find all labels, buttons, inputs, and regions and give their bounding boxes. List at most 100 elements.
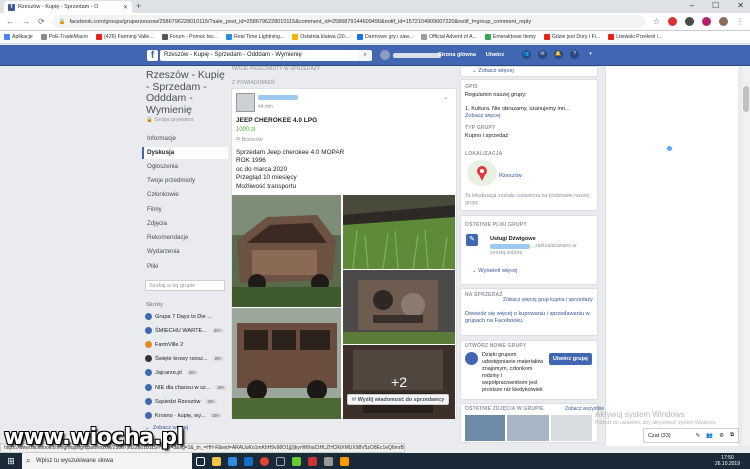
create-group-button[interactable]: Utwórz grupę bbox=[549, 353, 592, 365]
post-photo[interactable] bbox=[343, 195, 455, 269]
back-icon[interactable]: ← bbox=[6, 17, 14, 26]
store-icon[interactable] bbox=[224, 453, 240, 469]
compose-icon[interactable]: ⧉ bbox=[730, 432, 734, 439]
bookmark[interactable]: (426) Farming Valle... bbox=[96, 34, 154, 40]
post-time[interactable]: 44 min bbox=[258, 104, 273, 110]
bookmark[interactable]: Real Time Lightning... bbox=[226, 34, 284, 40]
extension-icon[interactable] bbox=[702, 17, 711, 26]
bookmark[interactable]: Ostatnia klatwa (20... bbox=[292, 34, 349, 40]
post-location[interactable]: ⚲ Brzozów bbox=[236, 137, 263, 143]
bookmark[interactable]: Darmowe gry i zaw... bbox=[356, 34, 413, 40]
minimize-icon[interactable]: – bbox=[690, 1, 694, 10]
recent-photo[interactable] bbox=[507, 415, 549, 441]
menu-dots-icon[interactable]: ⋮ bbox=[736, 17, 744, 26]
post-photo[interactable] bbox=[343, 270, 455, 344]
bookmark[interactable]: Litewski Przekret /... bbox=[608, 34, 663, 40]
bookmark[interactable]: Emeraldowe Itemy bbox=[484, 34, 536, 40]
shortcut-item[interactable]: Jajcarze.pl 20+ bbox=[145, 369, 199, 376]
close-window-icon[interactable]: ✕ bbox=[737, 1, 744, 10]
see-more-link[interactable]: ⌄ Zobacz więcej bbox=[472, 68, 514, 74]
task-view-icon[interactable] bbox=[192, 453, 208, 469]
author-avatar[interactable] bbox=[236, 93, 255, 112]
page-scrollbar[interactable] bbox=[742, 66, 750, 446]
shortcut-item[interactable]: Sąsiedzi Rzeszów 20+ bbox=[145, 398, 218, 405]
notifications-icon[interactable]: 🔔 bbox=[554, 50, 563, 59]
shortcut-item[interactable]: NIE dla chaosu w sz... 20+ bbox=[145, 384, 227, 391]
recent-photo[interactable] bbox=[551, 415, 592, 441]
forward-icon[interactable]: → bbox=[22, 17, 30, 26]
group-nav-photos[interactable]: Zdjęcia bbox=[142, 218, 228, 230]
more-photos-overlay[interactable]: +2 bbox=[343, 345, 455, 419]
friends-icon[interactable]: 👥 bbox=[522, 50, 531, 59]
author-name-redacted[interactable] bbox=[258, 95, 298, 100]
group-nav-info[interactable]: Informacje bbox=[142, 133, 228, 145]
post-photo[interactable] bbox=[232, 195, 341, 307]
chat-bar[interactable]: Czat (33) ✎ 👥 ⚙ ⧉ bbox=[643, 428, 739, 443]
bookmark[interactable]: Aplikacje bbox=[4, 34, 33, 40]
shortcut-item[interactable]: Grupa 7 Days to Die ... bbox=[145, 313, 212, 320]
help-icon[interactable]: ? bbox=[570, 50, 579, 59]
view-more-files-link[interactable]: ⌄ Wyświetl więcej bbox=[472, 268, 517, 274]
app-icon[interactable] bbox=[320, 453, 336, 469]
explorer-icon[interactable] bbox=[208, 453, 224, 469]
app-icon[interactable] bbox=[336, 453, 352, 469]
post-photo[interactable] bbox=[232, 308, 341, 419]
group-search-input[interactable]: Szukaj w tej grupie bbox=[145, 280, 225, 291]
group-title[interactable]: Rzeszów - Kupię - Sprzedam - Odddam - Wy… bbox=[146, 69, 228, 116]
search-icon[interactable]: ⌕ bbox=[358, 50, 372, 61]
app-icon[interactable] bbox=[304, 453, 320, 469]
profile-link[interactable] bbox=[380, 50, 441, 60]
messenger-icon[interactable]: ✉ bbox=[538, 50, 547, 59]
shortcut-item[interactable]: ŚMIECHU WARTE... 20+ bbox=[145, 327, 224, 334]
message-seller-button[interactable]: ✉ Wyślij wiadomość do sprzedawcy bbox=[347, 394, 449, 405]
system-clock[interactable]: 17:50 26.10.2019 bbox=[715, 455, 750, 467]
new-message-icon[interactable]: ✎ bbox=[696, 433, 701, 439]
recent-photo[interactable] bbox=[465, 415, 505, 441]
map-pin-icon[interactable] bbox=[467, 160, 497, 186]
extension-icon[interactable] bbox=[668, 17, 677, 26]
group-nav-members[interactable]: Członkowie bbox=[142, 189, 228, 201]
shortcut-item[interactable]: FarmVille 2 bbox=[145, 341, 183, 348]
taskbar-search-input[interactable]: Wpisz tu wyszukiwane słowa bbox=[22, 453, 192, 469]
shortcut-item[interactable]: Święte krowy rzesz... 20+ bbox=[145, 355, 225, 362]
group-nav-files[interactable]: Pliki bbox=[142, 261, 228, 273]
app-icon[interactable] bbox=[288, 453, 304, 469]
learn-more-link[interactable]: Dowiedz się więcej o kupowaniu i sprzeda… bbox=[465, 311, 590, 324]
scrollbar-thumb[interactable] bbox=[743, 86, 749, 112]
shortcut-item[interactable]: Krosno · kupię, wy... 20+ bbox=[145, 412, 222, 419]
gear-icon[interactable]: ⚙ bbox=[719, 433, 724, 439]
location-city-link[interactable]: Rzeszów bbox=[499, 173, 522, 179]
group-nav-events[interactable]: Wydarzenia bbox=[142, 246, 228, 258]
bookmark[interactable]: PoE-TradeMacro bbox=[40, 34, 88, 40]
description-more-link[interactable]: Zobacz więcej bbox=[465, 113, 500, 119]
mail-icon[interactable] bbox=[240, 453, 256, 469]
account-menu-icon[interactable]: ▾ bbox=[586, 50, 595, 59]
steam-icon[interactable] bbox=[272, 453, 288, 469]
group-nav-ads[interactable]: Ogłoszenia bbox=[142, 161, 228, 173]
url-field[interactable]: 🔒 facebook.com/groups/gruparzeszow/25867… bbox=[52, 15, 645, 28]
see-more-sale-groups-link[interactable]: Zobacz więcej grup kupna i sprzedaży bbox=[503, 297, 593, 303]
group-nav-recommendations[interactable]: Rekomendacje bbox=[142, 232, 228, 244]
group-nav-your-items[interactable]: Twoje przedmioty bbox=[142, 175, 228, 187]
create-link[interactable]: Utwórz bbox=[486, 52, 504, 58]
bookmark[interactable]: Gdzie jest Dory / Fi... bbox=[543, 34, 600, 40]
group-nav-videos[interactable]: Filmy bbox=[142, 204, 228, 216]
bookmark[interactable]: Official Advent of A... bbox=[421, 34, 477, 40]
bookmark[interactable]: Forum - Pomoc tec... bbox=[161, 34, 218, 40]
facebook-search-input[interactable]: Rzeszów - Kupię - Sprzedam - Odddam - Wy… bbox=[160, 50, 358, 61]
chrome-icon[interactable] bbox=[256, 453, 272, 469]
star-icon[interactable]: ☆ bbox=[653, 17, 660, 26]
new-tab-button[interactable]: + bbox=[136, 1, 141, 11]
reload-icon[interactable]: ⟳ bbox=[38, 17, 45, 26]
post-options-icon[interactable]: ⌄ bbox=[443, 93, 449, 101]
windows-start-icon[interactable]: ⊞ bbox=[0, 453, 22, 469]
home-link[interactable]: Strona główna bbox=[438, 52, 476, 58]
group-nav-discussion[interactable]: Dyskusja bbox=[142, 147, 228, 159]
file-name-link[interactable]: Usługi Dźwigowe bbox=[490, 236, 536, 242]
group-chat-icon[interactable]: 👥 bbox=[706, 433, 713, 439]
facebook-logo-icon[interactable]: f bbox=[147, 50, 158, 61]
close-tab-icon[interactable]: ✕ bbox=[123, 4, 128, 11]
profile-avatar[interactable] bbox=[719, 17, 728, 26]
browser-tab[interactable]: f Rzeszów - Kupię - Sprzedam - O ✕ bbox=[4, 1, 132, 13]
maximize-icon[interactable]: ☐ bbox=[712, 1, 719, 10]
